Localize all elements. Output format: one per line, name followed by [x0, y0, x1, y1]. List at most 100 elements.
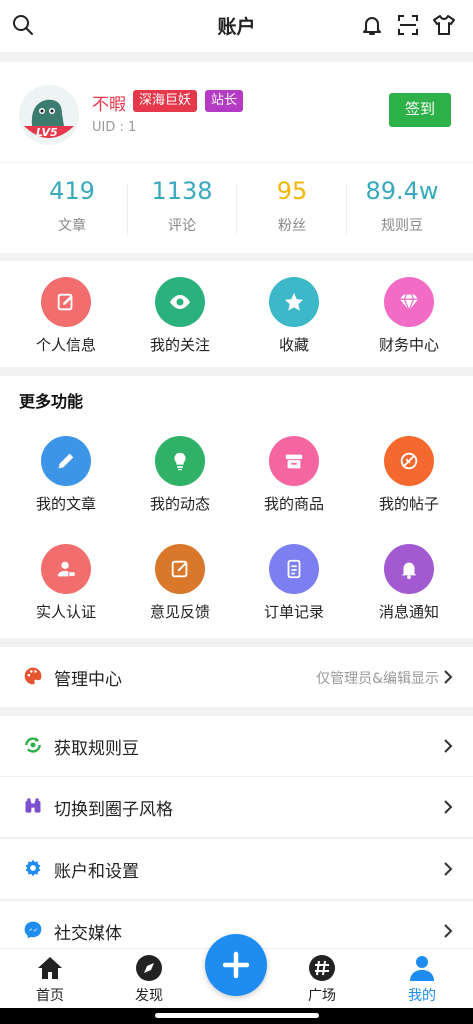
- shop-icon: [269, 436, 319, 486]
- more-label: 实人认证: [35, 603, 96, 621]
- tab-mine[interactable]: 我的: [382, 953, 462, 1005]
- menu-get-points[interactable]: 获取规则豆: [0, 716, 473, 776]
- section-title: 更多功能: [19, 392, 84, 411]
- home-icon: [35, 953, 65, 983]
- more-label: 我的商品: [263, 495, 324, 513]
- avatar[interactable]: LV5: [18, 84, 80, 146]
- more-my-articles[interactable]: 我的文章: [7, 436, 125, 514]
- stat-fans[interactable]: 95 粉丝: [233, 177, 351, 235]
- level-badge: LV5: [36, 126, 58, 139]
- chevron-right-icon: [444, 862, 453, 876]
- stat-label: 文章: [58, 218, 86, 234]
- more-functions: 更多功能 我的文章 我的动态 我的商品 我的帖子 实人认证 意见反馈 订单记录 …: [0, 376, 473, 638]
- quick-label: 收藏: [278, 336, 309, 354]
- quick-profile-info[interactable]: 个人信息: [7, 277, 125, 355]
- role-badge: 站长: [205, 90, 244, 112]
- tab-square[interactable]: 广场: [282, 953, 362, 1005]
- more-label: 消息通知: [378, 603, 439, 621]
- menu-label: 切换到圈子风格: [54, 800, 173, 820]
- stat-label: 评论: [168, 218, 196, 234]
- home-indicator-bar: [0, 1008, 473, 1024]
- quick-label: 我的关注: [149, 336, 210, 354]
- bulb-icon: [155, 436, 205, 486]
- menu-label: 社交媒体: [54, 924, 122, 944]
- gear-icon: [23, 858, 43, 878]
- more-label: 我的帖子: [378, 495, 439, 513]
- more-real-name-auth[interactable]: 实人认证: [7, 544, 125, 622]
- bell-icon[interactable]: [359, 12, 385, 38]
- stat-value: 89.4w: [365, 177, 439, 205]
- more-label: 订单记录: [263, 603, 324, 621]
- eye-icon: [155, 277, 205, 327]
- menu-admin-center[interactable]: 管理中心 仅管理员&编辑显示: [0, 647, 473, 707]
- signin-button[interactable]: 签到: [389, 93, 451, 127]
- chevron-right-icon: [444, 739, 453, 753]
- more-label: 意见反馈: [149, 603, 210, 621]
- menu-label: 获取规则豆: [54, 739, 139, 759]
- quick-finance[interactable]: 财务中心: [350, 277, 468, 355]
- stat-value: 419: [49, 177, 95, 205]
- menu-label: 账户和设置: [54, 862, 139, 882]
- rank-badge: 深海巨妖: [133, 90, 198, 112]
- hashtag-icon: [307, 953, 337, 983]
- add-post-button[interactable]: [205, 934, 267, 996]
- profile-card: LV5 不暇 深海巨妖 站长 UID : 1 签到: [0, 62, 473, 162]
- star-icon: [269, 277, 319, 327]
- stat-label: 规则豆: [381, 218, 423, 234]
- more-my-moments[interactable]: 我的动态: [121, 436, 239, 514]
- edit-icon: [41, 277, 91, 327]
- stat-points[interactable]: 89.4w 规则豆: [343, 177, 461, 235]
- binoculars-icon: [23, 796, 43, 816]
- palette-icon: [23, 666, 43, 686]
- id-user-icon: [41, 544, 91, 594]
- chevron-right-icon: [444, 800, 453, 814]
- receipt-icon: [269, 544, 319, 594]
- tab-label: 广场: [308, 988, 336, 1004]
- username: 不暇: [92, 95, 126, 115]
- stat-value: 95: [276, 177, 308, 205]
- tab-home[interactable]: 首页: [10, 953, 90, 1005]
- menu-label: 管理中心: [54, 670, 122, 690]
- user-id: UID : 1: [92, 120, 137, 135]
- home-indicator[interactable]: [155, 1013, 319, 1018]
- compass-icon: [134, 953, 164, 983]
- stat-label: 粉丝: [278, 218, 306, 234]
- chevron-right-icon: [444, 670, 453, 684]
- refresh-coin-icon: [23, 735, 43, 755]
- quick-label: 财务中心: [378, 336, 439, 354]
- quick-label: 个人信息: [35, 336, 96, 354]
- chevron-right-icon: [444, 924, 453, 938]
- menu-note: 仅管理员&编辑显示: [316, 671, 439, 687]
- scan-icon[interactable]: [395, 12, 421, 38]
- plus-icon: [222, 951, 250, 979]
- forum-icon: [384, 436, 434, 486]
- stat-comments[interactable]: 1138 评论: [123, 177, 241, 235]
- messenger-icon: [23, 920, 43, 940]
- more-my-posts[interactable]: 我的帖子: [350, 436, 468, 514]
- tab-discover[interactable]: 发现: [109, 953, 189, 1005]
- quick-actions: 个人信息 我的关注 收藏 财务中心: [0, 261, 473, 367]
- menu-switch-style[interactable]: 切换到圈子风格: [0, 777, 473, 837]
- more-label: 我的动态: [149, 495, 210, 513]
- user-icon: [407, 953, 437, 983]
- tab-label: 我的: [408, 988, 436, 1004]
- stats-bar: 419 文章 1138 评论 95 粉丝 89.4w 规则豆: [0, 163, 473, 253]
- more-label: 我的文章: [35, 495, 96, 513]
- diamond-icon: [384, 277, 434, 327]
- top-bar: 账户: [0, 0, 473, 52]
- more-notifications[interactable]: 消息通知: [350, 544, 468, 622]
- more-feedback[interactable]: 意见反馈: [121, 544, 239, 622]
- quick-following[interactable]: 我的关注: [121, 277, 239, 355]
- tab-label: 首页: [36, 988, 64, 1004]
- shirt-icon[interactable]: [431, 12, 457, 38]
- feedback-icon: [155, 544, 205, 594]
- more-my-products[interactable]: 我的商品: [235, 436, 353, 514]
- bell-icon: [384, 544, 434, 594]
- quick-favorites[interactable]: 收藏: [235, 277, 353, 355]
- tab-label: 发现: [135, 988, 163, 1004]
- more-orders[interactable]: 订单记录: [235, 544, 353, 622]
- stat-value: 1138: [151, 177, 213, 205]
- stat-articles[interactable]: 419 文章: [13, 177, 131, 235]
- menu-account-settings[interactable]: 账户和设置: [0, 839, 473, 899]
- pencil-icon: [41, 436, 91, 486]
